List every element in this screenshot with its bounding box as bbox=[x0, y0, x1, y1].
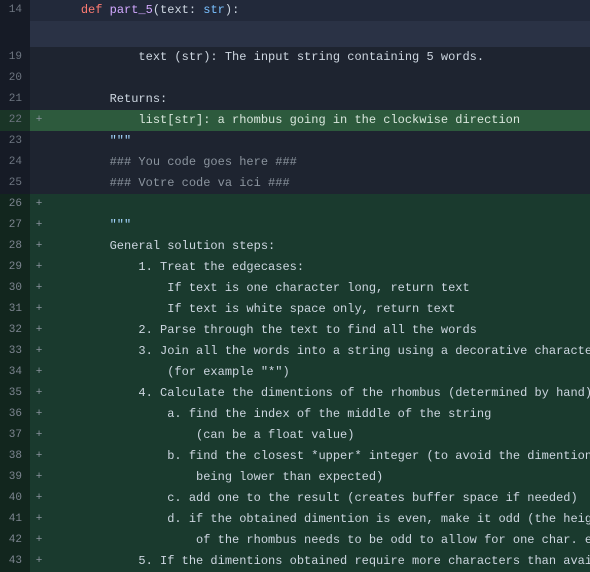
diff-marker: + bbox=[30, 236, 48, 257]
code-content: ### You code goes here ### bbox=[48, 152, 590, 173]
code-content: def part_5(text: str): bbox=[48, 0, 590, 21]
code-line[interactable]: 40+ c. add one to the result (creates bu… bbox=[0, 488, 590, 509]
code-content: 4. Calculate the dimentions of the rhomb… bbox=[48, 383, 590, 404]
code-content: Returns: bbox=[48, 89, 590, 110]
code-content: b. find the closest *upper* integer (to … bbox=[48, 446, 590, 467]
line-number: 34 bbox=[0, 362, 30, 383]
line-number: 21 bbox=[0, 89, 30, 110]
code-content: If text is one character long, return te… bbox=[48, 278, 590, 299]
code-content: a. find the index of the middle of the s… bbox=[48, 404, 590, 425]
line-number: 28 bbox=[0, 236, 30, 257]
diff-view: 14 def part_5(text: str): 19 text (str): … bbox=[0, 0, 590, 572]
line-number bbox=[0, 21, 30, 47]
code-content: If text is white space only, return text bbox=[48, 299, 590, 320]
line-number: 14 bbox=[0, 0, 30, 21]
code-content: d. if the obtained dimention is even, ma… bbox=[48, 509, 590, 530]
line-number: 43 bbox=[0, 551, 30, 572]
line-number: 24 bbox=[0, 152, 30, 173]
line-number: 40 bbox=[0, 488, 30, 509]
code-line[interactable]: 19 text (str): The input string containi… bbox=[0, 47, 590, 68]
code-line[interactable]: 28+ General solution steps: bbox=[0, 236, 590, 257]
line-number: 32 bbox=[0, 320, 30, 341]
diff-marker: + bbox=[30, 362, 48, 383]
diff-marker: + bbox=[30, 194, 48, 215]
line-number: 23 bbox=[0, 131, 30, 152]
code-content: (for example "*") bbox=[48, 362, 590, 383]
code-line[interactable] bbox=[0, 21, 590, 47]
code-content: of the rhombus needs to be odd to allow … bbox=[48, 530, 590, 551]
code-line[interactable]: 14 def part_5(text: str): bbox=[0, 0, 590, 21]
line-number: 31 bbox=[0, 299, 30, 320]
code-content: 1. Treat the edgecases: bbox=[48, 257, 590, 278]
code-line[interactable]: 41+ d. if the obtained dimention is even… bbox=[0, 509, 590, 530]
code-line[interactable]: 33+ 3. Join all the words into a string … bbox=[0, 341, 590, 362]
diff-marker: + bbox=[30, 530, 48, 551]
line-number: 22 bbox=[0, 110, 30, 131]
code-line[interactable]: 43+ 5. If the dimentions obtained requir… bbox=[0, 551, 590, 572]
code-line[interactable]: 34+ (for example "*") bbox=[0, 362, 590, 383]
line-number: 33 bbox=[0, 341, 30, 362]
diff-marker: + bbox=[30, 110, 48, 131]
line-number: 36 bbox=[0, 404, 30, 425]
diff-marker: + bbox=[30, 551, 48, 572]
code-content: General solution steps: bbox=[48, 236, 590, 257]
line-number: 30 bbox=[0, 278, 30, 299]
line-number: 29 bbox=[0, 257, 30, 278]
diff-marker: + bbox=[30, 383, 48, 404]
code-content: c. add one to the result (creates buffer… bbox=[48, 488, 590, 509]
code-line[interactable]: 32+ 2. Parse through the text to find al… bbox=[0, 320, 590, 341]
diff-marker: + bbox=[30, 467, 48, 488]
diff-marker: + bbox=[30, 488, 48, 509]
diff-marker: + bbox=[30, 299, 48, 320]
diff-marker: + bbox=[30, 509, 48, 530]
code-line[interactable]: 21 Returns: bbox=[0, 89, 590, 110]
code-content: 5. If the dimentions obtained require mo… bbox=[48, 551, 590, 572]
code-content: list[str]: a rhombus going in the clockw… bbox=[48, 110, 590, 131]
code-line[interactable]: 24 ### You code goes here ### bbox=[0, 152, 590, 173]
diff-marker: + bbox=[30, 257, 48, 278]
code-line[interactable]: 37+ (can be a float value) bbox=[0, 425, 590, 446]
code-line[interactable]: 25 ### Votre code va ici ### bbox=[0, 173, 590, 194]
code-content: (can be a float value) bbox=[48, 425, 590, 446]
line-number: 42 bbox=[0, 530, 30, 551]
code-line[interactable]: 31+ If text is white space only, return … bbox=[0, 299, 590, 320]
code-content: ### Votre code va ici ### bbox=[48, 173, 590, 194]
line-number: 27 bbox=[0, 215, 30, 236]
code-line[interactable]: 29+ 1. Treat the edgecases: bbox=[0, 257, 590, 278]
code-line[interactable]: 20 bbox=[0, 68, 590, 89]
code-line[interactable]: 35+ 4. Calculate the dimentions of the r… bbox=[0, 383, 590, 404]
diff-marker: + bbox=[30, 278, 48, 299]
line-number: 35 bbox=[0, 383, 30, 404]
code-line[interactable]: 39+ being lower than expected) bbox=[0, 467, 590, 488]
line-number: 20 bbox=[0, 68, 30, 89]
code-content: being lower than expected) bbox=[48, 467, 590, 488]
code-line[interactable]: 22+ list[str]: a rhombus going in the cl… bbox=[0, 110, 590, 131]
line-number: 37 bbox=[0, 425, 30, 446]
diff-marker: + bbox=[30, 341, 48, 362]
diff-marker: + bbox=[30, 215, 48, 236]
code-line[interactable]: 38+ b. find the closest *upper* integer … bbox=[0, 446, 590, 467]
code-content: 3. Join all the words into a string usin… bbox=[48, 341, 590, 362]
diff-marker: + bbox=[30, 446, 48, 467]
line-number: 41 bbox=[0, 509, 30, 530]
diff-marker: + bbox=[30, 404, 48, 425]
code-line[interactable]: 36+ a. find the index of the middle of t… bbox=[0, 404, 590, 425]
code-line[interactable]: 27+ """ bbox=[0, 215, 590, 236]
line-number: 38 bbox=[0, 446, 30, 467]
code-line[interactable]: 23 """ bbox=[0, 131, 590, 152]
code-line[interactable]: 26+ bbox=[0, 194, 590, 215]
line-number: 39 bbox=[0, 467, 30, 488]
code-line[interactable]: 30+ If text is one character long, retur… bbox=[0, 278, 590, 299]
line-number: 19 bbox=[0, 47, 30, 68]
code-content: """ bbox=[48, 131, 590, 152]
line-number: 26 bbox=[0, 194, 30, 215]
diff-marker: + bbox=[30, 425, 48, 446]
code-line[interactable]: 42+ of the rhombus needs to be odd to al… bbox=[0, 530, 590, 551]
code-content: text (str): The input string containing … bbox=[48, 47, 590, 68]
code-content: 2. Parse through the text to find all th… bbox=[48, 320, 590, 341]
line-number: 25 bbox=[0, 173, 30, 194]
code-content: """ bbox=[48, 215, 590, 236]
diff-marker: + bbox=[30, 320, 48, 341]
